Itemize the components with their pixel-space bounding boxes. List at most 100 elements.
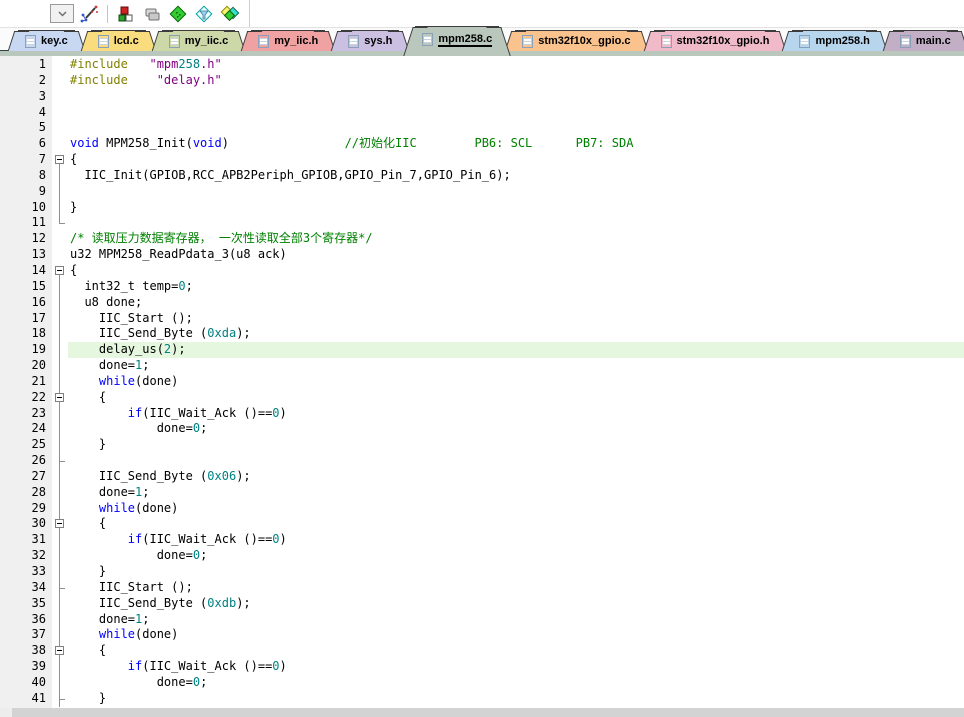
tab-stm32f10x_gpio.c[interactable]: stm32f10x_gpio.c bbox=[515, 30, 637, 51]
code-line[interactable]: { bbox=[68, 390, 964, 406]
code-line[interactable] bbox=[68, 120, 964, 136]
fold-guide bbox=[59, 223, 65, 224]
build-blocks-button[interactable] bbox=[115, 3, 137, 25]
code-line[interactable]: { bbox=[68, 263, 964, 279]
code-line[interactable]: u8 done; bbox=[68, 295, 964, 311]
fold-toggle-box[interactable] bbox=[55, 155, 64, 164]
fold-margin bbox=[52, 152, 68, 168]
code-segment: 0 bbox=[272, 406, 279, 420]
code-line[interactable]: u32 MPM258_ReadPdata_3(u8 ack) bbox=[68, 247, 964, 263]
code-line[interactable]: while(done) bbox=[68, 627, 964, 643]
code-line[interactable]: { bbox=[68, 516, 964, 532]
code-segment: #include bbox=[70, 73, 128, 87]
code-line[interactable]: IIC_Start (); bbox=[68, 580, 964, 596]
code-row-5: 5 bbox=[0, 120, 964, 136]
fold-margin bbox=[52, 501, 68, 517]
fold-toggle-box[interactable] bbox=[55, 393, 64, 402]
fold-toggle-box[interactable] bbox=[55, 266, 64, 275]
code-segment: //初始化IIC PB6: SCL PB7: SDA bbox=[345, 136, 634, 150]
code-line[interactable]: } bbox=[68, 200, 964, 216]
green-diamond-icon bbox=[168, 4, 188, 24]
document-icon bbox=[258, 35, 269, 48]
fold-margin bbox=[52, 231, 68, 247]
code-row-32: 32 done=0; bbox=[0, 548, 964, 564]
green-diamond-button[interactable] bbox=[167, 3, 189, 25]
code-line[interactable]: done=0; bbox=[68, 548, 964, 564]
fold-guide bbox=[59, 215, 60, 223]
code-line[interactable]: if(IIC_Wait_Ack ()==0) bbox=[68, 532, 964, 548]
symbol-dropdown[interactable] bbox=[50, 4, 74, 23]
fold-margin bbox=[52, 247, 68, 263]
code-row-9: 9 bbox=[0, 184, 964, 200]
code-line[interactable]: } bbox=[68, 691, 964, 707]
line-number: 8 bbox=[0, 168, 52, 184]
multi-diamond-button[interactable] bbox=[219, 3, 241, 25]
tab-main.c[interactable]: main.c bbox=[893, 30, 958, 51]
line-number: 1 bbox=[0, 57, 52, 73]
funnel-diamond-icon bbox=[194, 4, 214, 24]
line-number: 7 bbox=[0, 152, 52, 168]
horizontal-scrollbar[interactable] bbox=[0, 708, 964, 717]
code-line[interactable]: IIC_Send_Byte (0x06); bbox=[68, 469, 964, 485]
code-line[interactable] bbox=[68, 184, 964, 200]
code-line[interactable]: IIC_Init(GPIOB,RCC_APB2Periph_GPIOB,GPIO… bbox=[68, 168, 964, 184]
code-line[interactable] bbox=[68, 215, 964, 231]
code-line[interactable] bbox=[68, 453, 964, 469]
code-line[interactable]: { bbox=[68, 643, 964, 659]
code-line[interactable]: #include "mpm258.h" bbox=[68, 57, 964, 73]
code-line[interactable]: done=1; bbox=[68, 358, 964, 374]
fold-toggle-box[interactable] bbox=[55, 519, 64, 528]
code-line[interactable]: } bbox=[68, 564, 964, 580]
code-line[interactable]: void MPM258_Init(void) //初始化IIC PB6: SCL… bbox=[68, 136, 964, 152]
code-line[interactable]: if(IIC_Wait_Ack ()==0) bbox=[68, 659, 964, 675]
code-segment: 0xda bbox=[207, 326, 236, 340]
code-row-8: 8 IIC_Init(GPIOB,RCC_APB2Periph_GPIOB,GP… bbox=[0, 168, 964, 184]
funnel-diamond-button[interactable] bbox=[193, 3, 215, 25]
code-line[interactable]: if(IIC_Wait_Ack ()==0) bbox=[68, 406, 964, 422]
code-segment: 0 bbox=[272, 532, 279, 546]
code-line[interactable]: IIC_Send_Byte (0xdb); bbox=[68, 596, 964, 612]
tab-key.c[interactable]: key.c bbox=[18, 30, 75, 51]
code-line[interactable]: while(done) bbox=[68, 501, 964, 517]
line-number: 39 bbox=[0, 659, 52, 675]
code-line[interactable]: while(done) bbox=[68, 374, 964, 390]
code-segment: { bbox=[70, 152, 77, 166]
code-line[interactable]: IIC_Send_Byte (0xda); bbox=[68, 326, 964, 342]
code-segment: ); bbox=[171, 342, 185, 356]
code-row-15: 15 int32_t temp=0; bbox=[0, 279, 964, 295]
code-line[interactable]: done=1; bbox=[68, 612, 964, 628]
line-number: 40 bbox=[0, 675, 52, 691]
tab-lcd.c[interactable]: lcd.c bbox=[91, 30, 146, 51]
code-line[interactable] bbox=[68, 89, 964, 105]
tab-label: sys.h bbox=[364, 35, 392, 47]
code-line[interactable]: done=0; bbox=[68, 421, 964, 437]
code-line[interactable]: int32_t temp=0; bbox=[68, 279, 964, 295]
code-line[interactable]: { bbox=[68, 152, 964, 168]
tab-my_iic.h[interactable]: my_iic.h bbox=[251, 30, 325, 51]
code-row-22: 22 { bbox=[0, 390, 964, 406]
code-line[interactable]: /* 读取压力数据寄存器， 一次性读取全部3个寄存器*/ bbox=[68, 231, 964, 247]
code-line[interactable]: delay_us(2); bbox=[68, 342, 964, 358]
horizontal-scrollbar-thumb[interactable] bbox=[0, 708, 12, 717]
fold-toggle-box[interactable] bbox=[55, 646, 64, 655]
code-line[interactable]: } bbox=[68, 437, 964, 453]
code-line[interactable]: IIC_Start (); bbox=[68, 311, 964, 327]
tab-sys.h[interactable]: sys.h bbox=[341, 30, 399, 51]
tab-my_iic.c[interactable]: my_iic.c bbox=[162, 30, 235, 51]
fold-guide bbox=[59, 421, 60, 437]
line-number: 17 bbox=[0, 311, 52, 327]
code-line[interactable] bbox=[68, 105, 964, 121]
fold-guide bbox=[59, 279, 60, 295]
code-segment: delay_us( bbox=[70, 342, 164, 356]
tab-mpm258.h[interactable]: mpm258.h bbox=[792, 30, 876, 51]
symbol-wand-button[interactable] bbox=[78, 3, 100, 25]
tab-mpm258.c[interactable]: mpm258.c bbox=[415, 26, 499, 56]
tab-stm32f10x_gpio.h[interactable]: stm32f10x_gpio.h bbox=[654, 30, 777, 51]
fold-margin bbox=[52, 627, 68, 643]
code-line[interactable]: done=0; bbox=[68, 675, 964, 691]
code-segment: IIC_Init(GPIOB,RCC_APB2Periph_GPIOB,GPIO… bbox=[70, 168, 511, 182]
code-line[interactable]: #include "delay.h" bbox=[68, 73, 964, 89]
code-line[interactable]: done=1; bbox=[68, 485, 964, 501]
code-editor[interactable]: 1#include "mpm258.h"2#include "delay.h"3… bbox=[0, 56, 964, 708]
cascade-windows-button[interactable] bbox=[141, 3, 163, 25]
